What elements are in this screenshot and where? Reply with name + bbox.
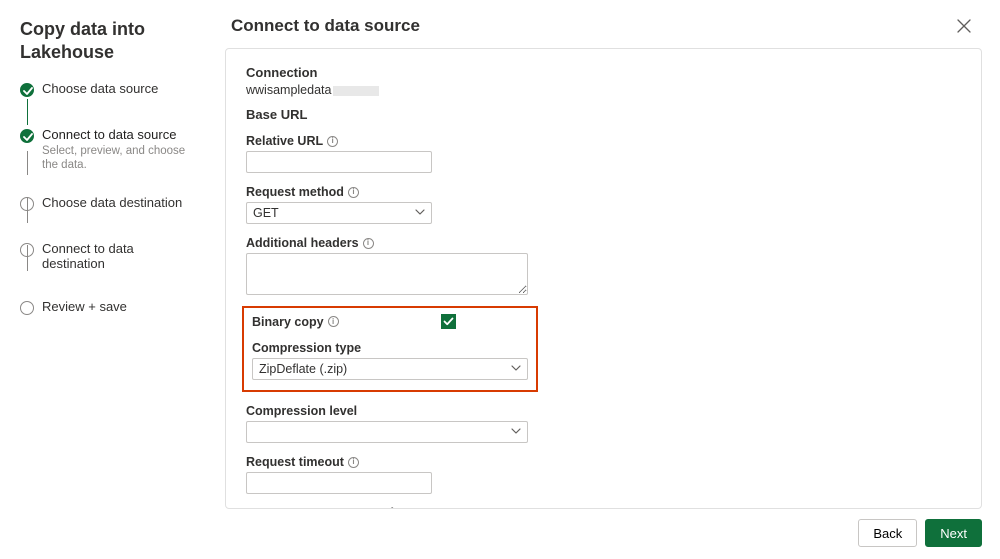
step-connector bbox=[27, 197, 29, 223]
checkmark-icon bbox=[20, 83, 34, 97]
circle-icon bbox=[20, 301, 34, 315]
step-review-save[interactable]: Review + save bbox=[20, 299, 196, 317]
info-icon[interactable]: i bbox=[328, 316, 339, 327]
relative-url-input[interactable] bbox=[246, 151, 432, 173]
compression-type-select[interactable]: ZipDeflate (.zip) bbox=[252, 358, 528, 380]
main-header: Connect to data source bbox=[225, 12, 982, 48]
request-method-value: GET bbox=[253, 206, 279, 220]
compression-level-select[interactable] bbox=[246, 421, 528, 443]
additional-headers-label: Additional headers bbox=[246, 236, 359, 250]
compression-level-field: Compression level bbox=[246, 404, 961, 443]
step-description: Select, preview, and choose the data. bbox=[42, 144, 196, 173]
request-method-field: Request method i GET bbox=[246, 185, 961, 224]
connection-value: wwisampledata bbox=[246, 83, 961, 97]
footer-actions: Back Next bbox=[225, 509, 982, 547]
wizard-steps: Choose data source Connect to data sourc… bbox=[20, 81, 196, 317]
additional-headers-field: Additional headers i bbox=[246, 236, 961, 298]
main-panel: Connect to data source Connection wwisam… bbox=[209, 0, 1000, 559]
step-label: Choose data destination bbox=[42, 195, 196, 210]
additional-headers-input[interactable] bbox=[246, 253, 528, 295]
step-choose-data-destination[interactable]: Choose data destination bbox=[20, 195, 196, 213]
step-label: Choose data source bbox=[42, 81, 196, 96]
sidebar-title: Copy data into Lakehouse bbox=[20, 18, 196, 63]
close-icon bbox=[957, 19, 971, 33]
compression-level-label: Compression level bbox=[246, 404, 357, 418]
step-connector bbox=[27, 245, 29, 271]
step-label: Connect to data source bbox=[42, 127, 196, 142]
chevron-down-icon bbox=[511, 360, 521, 378]
close-button[interactable] bbox=[950, 12, 978, 40]
form-card: Connection wwisampledata Base URL Relati… bbox=[225, 48, 982, 509]
info-icon[interactable]: i bbox=[348, 457, 359, 468]
redacted-block bbox=[333, 86, 379, 96]
step-connector bbox=[27, 99, 29, 125]
info-icon[interactable]: i bbox=[363, 238, 374, 249]
highlight-box: Binary copy i Compression type ZipDeflat… bbox=[242, 306, 538, 392]
base-url-label: Base URL bbox=[246, 107, 961, 122]
compression-type-label: Compression type bbox=[252, 341, 361, 355]
connection-name: wwisampledata bbox=[246, 83, 331, 97]
step-label: Review + save bbox=[42, 299, 196, 314]
binary-copy-field: Binary copy i bbox=[252, 314, 528, 329]
info-icon[interactable]: i bbox=[327, 136, 338, 147]
step-connect-to-data-destination[interactable]: Connect to data destination bbox=[20, 241, 196, 271]
binary-copy-label: Binary copy bbox=[252, 315, 324, 329]
wizard-sidebar: Copy data into Lakehouse Choose data sou… bbox=[0, 0, 209, 559]
checkmark-icon bbox=[20, 129, 34, 143]
step-connector bbox=[27, 151, 29, 175]
checkmark-icon bbox=[443, 316, 454, 327]
compression-type-value: ZipDeflate (.zip) bbox=[259, 362, 347, 376]
request-timeout-field: Request timeout i bbox=[246, 455, 961, 494]
compression-type-field: Compression type ZipDeflate (.zip) bbox=[252, 341, 528, 380]
relative-url-label: Relative URL bbox=[246, 134, 323, 148]
request-timeout-input[interactable] bbox=[246, 472, 432, 494]
binary-copy-checkbox[interactable] bbox=[441, 314, 456, 329]
request-timeout-label: Request timeout bbox=[246, 455, 344, 469]
next-button[interactable]: Next bbox=[925, 519, 982, 547]
connection-label: Connection bbox=[246, 65, 961, 80]
page-title: Connect to data source bbox=[231, 16, 420, 36]
info-icon[interactable]: i bbox=[348, 187, 359, 198]
step-connect-to-data-source[interactable]: Connect to data source Select, preview, … bbox=[20, 127, 196, 173]
back-button[interactable]: Back bbox=[858, 519, 917, 547]
request-method-label: Request method bbox=[246, 185, 344, 199]
step-label: Connect to data destination bbox=[42, 241, 196, 271]
relative-url-field: Relative URL i bbox=[246, 134, 961, 173]
chevron-down-icon bbox=[415, 204, 425, 222]
chevron-down-icon bbox=[511, 423, 521, 441]
step-choose-data-source[interactable]: Choose data source bbox=[20, 81, 196, 99]
request-method-select[interactable]: GET bbox=[246, 202, 432, 224]
